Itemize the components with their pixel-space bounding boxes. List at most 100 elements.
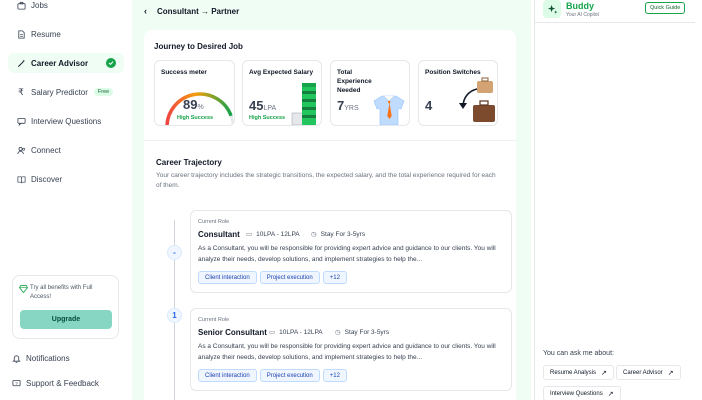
skill-tags: Client interaction Project execution +12 (198, 271, 347, 284)
clock-icon: ◷ (335, 329, 341, 336)
role-name: Consultant (198, 230, 240, 239)
clock-icon: ◷ (311, 231, 317, 238)
money-stack-icon (291, 83, 316, 125)
ask-label: You can ask me about: (543, 350, 614, 357)
sidebar-item-label: Discover (31, 174, 63, 184)
stat-number: 45 (249, 98, 264, 113)
skill-tags: Client interaction Project execution +12 (198, 369, 347, 382)
sparkle-icon (543, 0, 561, 18)
money-icon: ▭ (246, 231, 253, 238)
journey-card: Journey to Desired Job Success meter 89%… (144, 30, 516, 400)
stat-label: Avg Expected Salary (249, 69, 314, 76)
back-arrow-icon[interactable]: ‹ (144, 6, 147, 16)
stat-unit: % (197, 104, 204, 111)
sidebar-item-jobs[interactable]: Jobs (8, 0, 124, 15)
role-card[interactable]: Current Role Senior Consultant ▭ 10LPA -… (190, 308, 512, 391)
experience-card: Total Experience Needed 7YRS (330, 60, 410, 126)
timeline-step: - (167, 245, 182, 260)
role-salary-text: 10LPA - 12LPA (256, 230, 300, 238)
sidebar-item-label: Resume (31, 29, 61, 39)
svg-text:?: ? (15, 381, 18, 386)
more-tags[interactable]: +12 (322, 271, 347, 284)
more-tags[interactable]: +12 (322, 369, 347, 382)
stat-sub: High Success (177, 115, 214, 121)
main-content: ‹ Consultant → Partner Journey to Desire… (132, 0, 531, 400)
diamond-icon (19, 285, 28, 295)
free-badge: Free (93, 88, 114, 96)
suggestion-chip-interview-questions[interactable]: Interview Questions ↗ (543, 386, 621, 400)
book-icon (16, 174, 26, 184)
money-icon: ▭ (269, 329, 276, 336)
panel-divider (535, 22, 695, 23)
stat-value: 4 (425, 98, 432, 113)
support-feedback-link[interactable]: ? Support & Feedback (12, 379, 99, 388)
skill-tag[interactable]: Project execution (259, 271, 320, 284)
role-salary: ▭ 10LPA - 12LPA (246, 230, 300, 239)
avg-salary-card: Avg Expected Salary 45LPA High Success (242, 60, 322, 126)
upgrade-card: Try all benefits with Full Access! Upgra… (12, 275, 119, 339)
buddy-panel: Buddy Your AI Copilot Quick Guide You ca… (534, 0, 695, 400)
stat-number: 89 (183, 97, 198, 112)
stat-number: 4 (425, 98, 433, 113)
timeline-step: 1 (167, 308, 182, 323)
notifications-label: Notifications (26, 354, 70, 363)
briefcase-switch-icon (459, 77, 495, 122)
shirt-tie-icon (373, 95, 405, 125)
upgrade-button[interactable]: Upgrade (20, 310, 112, 329)
document-icon (16, 29, 26, 39)
chip-label: Interview Questions (550, 390, 603, 397)
position-switches-card: Position Switches 4 (418, 60, 498, 126)
users-icon (16, 145, 26, 155)
role-name: Senior Consultant (198, 328, 267, 337)
upgrade-text: Try all benefits with Full Access! (30, 285, 93, 300)
section-divider (144, 140, 516, 141)
sidebar-item-label: Interview Questions (31, 116, 102, 126)
journey-title: Journey to Desired Job (154, 42, 243, 51)
skill-tag[interactable]: Client interaction (198, 271, 257, 284)
role-stay: ◷ Stay For 3-5yrs (311, 230, 366, 239)
sidebar-item-resume[interactable]: Resume (8, 24, 124, 44)
sidebar-item-label: Salary Predictor (31, 87, 88, 97)
sidebar-item-career-advisor[interactable]: Career Advisor (8, 53, 124, 73)
buddy-name: Buddy (566, 1, 594, 11)
bell-icon (12, 354, 21, 363)
sidebar-item-interview-questions[interactable]: Interview Questions (8, 111, 124, 131)
sidebar-item-label: Career Advisor (31, 58, 89, 68)
role-salary-text: 10LPA - 12LPA (279, 328, 323, 336)
stat-unit: YRS (344, 105, 359, 112)
skill-tag[interactable]: Client interaction (198, 369, 257, 382)
sidebar-item-discover[interactable]: Discover (8, 169, 124, 189)
sidebar-item-label: Jobs (31, 0, 48, 10)
rupee-icon: ₹ (18, 86, 24, 97)
trajectory-title: Career Trajectory (156, 158, 222, 167)
stat-label: Position Switches (425, 69, 481, 76)
suggestion-chip-career-advisor[interactable]: Career Advisor ↗ (616, 365, 681, 380)
briefcase-icon (16, 0, 26, 10)
page-title: Consultant → Partner (157, 6, 240, 16)
stat-value: 45LPA (249, 98, 276, 113)
role-status: Current Role (198, 317, 230, 323)
role-stay-text: Stay For 3-5yrs (320, 230, 366, 238)
notifications-link[interactable]: Notifications (12, 354, 70, 363)
stat-unit: LPA (263, 105, 277, 112)
role-description: As a Consultant, you will be responsible… (198, 245, 496, 263)
sidebar: Jobs Resume Career Advisor ₹ Salary Pred… (0, 0, 132, 400)
wand-icon (16, 58, 26, 68)
chip-label: Resume Analysis (550, 369, 597, 376)
arrow-up-right-icon: ↗ (667, 369, 674, 377)
quick-guide-button[interactable]: Quick Guide (645, 2, 686, 14)
suggestion-chip-resume-analysis[interactable]: Resume Analysis ↗ (543, 365, 614, 380)
trajectory-description: Your career trajectory includes the stra… (156, 172, 496, 189)
sidebar-item-connect[interactable]: Connect (8, 140, 124, 160)
arrow-up-right-icon: ↗ (607, 390, 614, 398)
sidebar-item-label: Connect (31, 145, 61, 155)
stat-sub: High Success (249, 115, 286, 121)
buddy-subtitle: Your AI Copilot (566, 12, 599, 18)
page-header: ‹ Consultant → Partner (144, 4, 239, 18)
role-salary: ▭ 10LPA - 12LPA (269, 328, 323, 337)
success-meter-card: Success meter 89% High Success (154, 60, 235, 126)
role-card[interactable]: Current Role Consultant ▭ 10LPA - 12LPA … (190, 210, 512, 293)
chip-label: Career Advisor (623, 369, 663, 376)
skill-tag[interactable]: Project execution (259, 369, 320, 382)
sidebar-item-salary-predictor[interactable]: ₹ Salary Predictor Free (8, 82, 124, 102)
